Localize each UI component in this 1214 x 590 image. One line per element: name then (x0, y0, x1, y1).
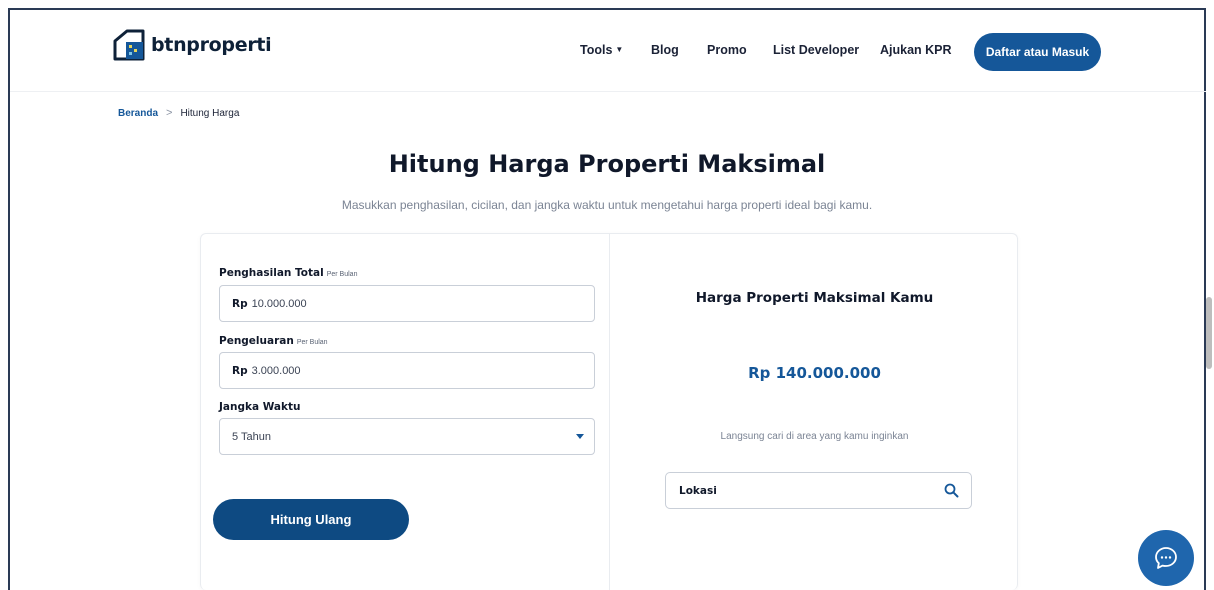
currency-prefix: Rp (232, 297, 248, 310)
currency-prefix: Rp (232, 364, 248, 377)
nav-item-promo[interactable]: Promo (707, 43, 747, 57)
location-placeholder: Lokasi (679, 484, 717, 497)
result-hint: Langsung cari di area yang kamu inginkan (720, 431, 909, 442)
income-value: 10.000.000 (251, 297, 307, 310)
location-search-input[interactable]: Lokasi (665, 472, 972, 509)
income-label: Penghasilan Total Per Bulan (219, 267, 358, 279)
nav-item-list-developer[interactable]: List Developer (773, 43, 859, 57)
calculator-card: Penghasilan Total Per Bulan Rp 10.000.000… (200, 233, 1018, 590)
chat-button[interactable] (1138, 530, 1194, 586)
card-divider (609, 234, 610, 590)
caret-down-icon (576, 434, 584, 439)
brand-name: btnproperti (151, 34, 272, 56)
expense-label: Pengeluaran Per Bulan (219, 335, 328, 347)
breadcrumb-home-link[interactable]: Beranda (118, 108, 158, 119)
caret-down-icon: ▼ (615, 45, 624, 54)
search-icon[interactable] (944, 483, 959, 498)
login-register-button[interactable]: Daftar atau Masuk (974, 33, 1101, 71)
term-selected-value: 5 Tahun (232, 430, 271, 443)
term-select[interactable]: 5 Tahun (219, 418, 595, 455)
page-subtitle: Masukkan penghasilan, cicilan, dan jangk… (341, 198, 873, 212)
nav-item-blog[interactable]: Blog (651, 43, 679, 57)
breadcrumb: Beranda > Hitung Harga (118, 107, 239, 119)
recalculate-button[interactable]: Hitung Ulang (213, 499, 409, 540)
house-logo-icon (113, 29, 145, 61)
nav-item-tools[interactable]: Tools ▼ (580, 43, 623, 57)
nav-item-ajukan-kpr[interactable]: Ajukan KPR (880, 43, 952, 57)
expense-value: 3.000.000 (251, 364, 301, 377)
breadcrumb-current: Hitung Harga (180, 107, 240, 119)
expense-input[interactable]: Rp 3.000.000 (219, 352, 595, 389)
site-header: btnproperti Tools ▼ Blog Promo List Devel… (10, 10, 1206, 92)
scrollbar-thumb[interactable] (1206, 297, 1212, 369)
chat-bubble-icon (1155, 547, 1177, 569)
result-value: Rp 140.000.000 (748, 364, 881, 382)
result-title: Harga Properti Maksimal Kamu (695, 290, 934, 306)
breadcrumb-separator: > (166, 107, 173, 119)
page-scrollbar[interactable] (1206, 12, 1212, 590)
brand-logo[interactable]: btnproperti (112, 28, 272, 62)
income-input[interactable]: Rp 10.000.000 (219, 285, 595, 322)
page-title: Hitung Harga Properti Maksimal (388, 150, 826, 178)
term-label: Jangka Waktu (219, 401, 301, 413)
